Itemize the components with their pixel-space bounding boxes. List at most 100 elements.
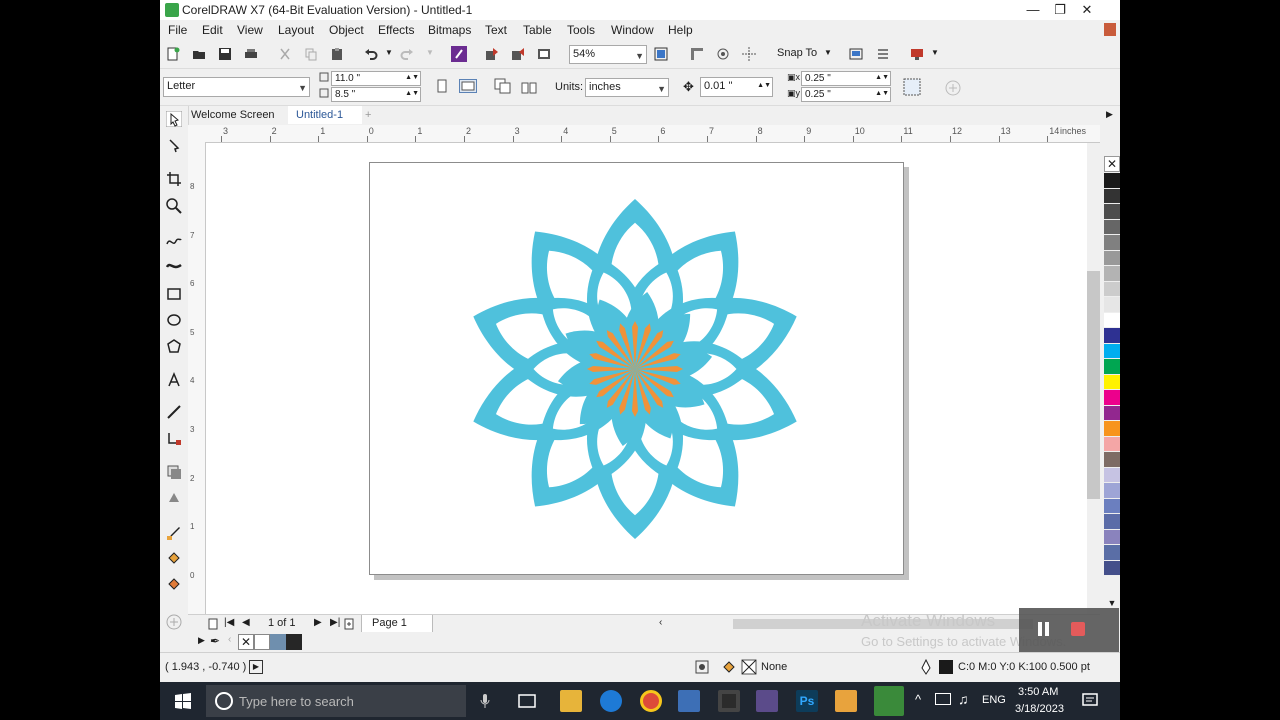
spin-icon[interactable]: ▲▼ <box>757 79 771 93</box>
windows-start-icon[interactable] <box>175 693 191 709</box>
close-button[interactable]: ✕ <box>1074 0 1100 20</box>
palette-swatch[interactable] <box>1104 405 1120 421</box>
redo-icon[interactable] <box>400 47 414 61</box>
zoom-level-dropdown[interactable]: 54% ▼ <box>569 45 647 64</box>
color-eyedropper-tool-icon[interactable] <box>166 524 182 540</box>
open-folder-icon[interactable] <box>192 47 206 61</box>
spin-icon[interactable]: ▲▼ <box>405 88 419 99</box>
show-rulers-icon[interactable] <box>690 47 704 61</box>
artistic-media-tool-icon[interactable] <box>166 258 182 274</box>
export-icon[interactable] <box>511 47 525 61</box>
add-icon[interactable] <box>945 80 961 96</box>
add-page-icon[interactable] <box>344 618 355 630</box>
show-guidelines-icon[interactable] <box>742 47 756 61</box>
smart-fill-tool-icon[interactable] <box>166 576 182 592</box>
application-launcher-icon[interactable] <box>910 47 924 61</box>
previous-page-icon[interactable]: ◀ <box>242 617 250 628</box>
search-content-icon[interactable] <box>451 46 467 62</box>
duplicate-distance-x-input[interactable]: 0.25 " ▲▼ <box>801 71 891 86</box>
options-icon[interactable] <box>876 47 890 61</box>
menu-object[interactable]: Object <box>329 23 364 37</box>
menu-edit[interactable]: Edit <box>202 23 223 37</box>
palette-swatch[interactable] <box>1104 328 1120 344</box>
treat-as-filled-icon[interactable] <box>903 78 921 96</box>
palette-swatch[interactable] <box>1104 250 1120 266</box>
tab-welcome-screen[interactable]: Welcome Screen <box>183 106 283 124</box>
recorder-app-icon[interactable] <box>718 690 740 712</box>
spin-icon[interactable]: ▲▼ <box>875 72 889 83</box>
menu-tools[interactable]: Tools <box>567 23 595 37</box>
clock-date[interactable]: 3/18/2023 <box>1015 703 1064 715</box>
palette-swatch[interactable] <box>1104 452 1120 468</box>
page-tab[interactable]: Page 1 <box>361 615 433 633</box>
next-page-icon[interactable]: ▶ <box>314 617 322 628</box>
show-grid-icon[interactable] <box>716 47 730 61</box>
crop-tool-icon[interactable] <box>166 171 182 187</box>
page-width-input[interactable]: 11.0 " ▲▼ <box>331 71 421 86</box>
parallel-dimension-tool-icon[interactable] <box>166 404 182 420</box>
current-page-icon[interactable] <box>520 78 538 94</box>
menu-window[interactable]: Window <box>611 23 654 37</box>
palette-swatch[interactable] <box>1104 560 1120 576</box>
add-tool-icon[interactable] <box>166 614 182 630</box>
palette-swatch[interactable] <box>1104 343 1120 359</box>
palette-swatch[interactable] <box>1104 498 1120 514</box>
spin-icon[interactable]: ▲▼ <box>405 72 419 83</box>
nudge-distance-input[interactable]: 0.01 " ▲▼ <box>700 77 773 97</box>
microphone-icon[interactable] <box>480 694 490 708</box>
palette-swatch[interactable] <box>1104 219 1120 235</box>
page-options-icon[interactable] <box>208 618 219 630</box>
last-page-icon[interactable]: ▶| <box>330 617 340 628</box>
palette-swatch[interactable] <box>1104 173 1120 189</box>
menu-bitmaps[interactable]: Bitmaps <box>428 23 471 37</box>
flower-artwork[interactable] <box>370 163 903 574</box>
edge-browser-icon[interactable] <box>600 690 622 712</box>
minimize-button[interactable]: — <box>1020 0 1046 20</box>
app-icon[interactable] <box>756 690 778 712</box>
taskbar-search-box[interactable]: Type here to search <box>206 685 490 717</box>
tray-chevron-up-icon[interactable]: ^ <box>915 692 921 707</box>
interactive-fill-tool-icon[interactable] <box>166 550 182 566</box>
ellipse-tool-icon[interactable] <box>166 312 182 328</box>
palette-swatch[interactable] <box>1104 436 1120 452</box>
vertical-scrollbar[interactable] <box>1087 143 1100 614</box>
units-dropdown[interactable]: inches ▼ <box>585 78 669 97</box>
menu-file[interactable]: File <box>168 23 187 37</box>
account-icon[interactable] <box>1104 23 1116 36</box>
undo-dropdown-icon[interactable]: ▼ <box>385 48 393 57</box>
pause-icon[interactable] <box>1038 622 1042 636</box>
palette-swatch[interactable] <box>1104 467 1120 483</box>
palette-swatch[interactable] <box>1104 545 1120 561</box>
undo-icon[interactable] <box>364 47 378 61</box>
redo-dropdown-icon[interactable]: ▼ <box>426 48 434 57</box>
connector-tool-icon[interactable] <box>166 430 182 446</box>
palette-swatch[interactable] <box>1104 421 1120 437</box>
chrome-browser-icon[interactable] <box>640 690 662 712</box>
zoom-tool-icon[interactable] <box>166 198 182 214</box>
doc-swatch-white[interactable] <box>254 634 270 650</box>
media-player-icon[interactable] <box>835 690 857 712</box>
page-height-input[interactable]: 8.5 " ▲▼ <box>331 87 421 102</box>
first-page-icon[interactable]: |◀ <box>224 617 234 628</box>
palette-swatch[interactable] <box>1104 204 1120 220</box>
shape-tool-icon[interactable] <box>166 138 182 154</box>
page-boundary[interactable] <box>369 162 904 575</box>
action-center-icon[interactable] <box>1082 693 1098 709</box>
text-tool-icon[interactable] <box>166 372 182 388</box>
palette-swatch[interactable] <box>1104 359 1120 375</box>
drawing-canvas[interactable] <box>206 143 1087 614</box>
print-icon[interactable] <box>244 47 258 61</box>
docker-expand-icon[interactable]: ▶ <box>1106 109 1113 120</box>
vertical-ruler[interactable]: 8 7 6 5 4 3 2 1 0 <box>188 142 206 614</box>
publish-pdf-icon[interactable] <box>537 47 551 61</box>
full-screen-preview-icon[interactable] <box>654 47 668 61</box>
clock-time[interactable]: 3:50 AM <box>1018 686 1058 698</box>
cut-icon[interactable] <box>278 47 292 61</box>
menu-effects[interactable]: Effects <box>378 23 414 37</box>
palette-swatch[interactable] <box>1104 374 1120 390</box>
freehand-tool-icon[interactable] <box>166 232 182 248</box>
all-pages-icon[interactable] <box>494 78 512 94</box>
play-icon[interactable]: ▶ <box>249 660 263 674</box>
new-document-icon[interactable] <box>166 47 180 61</box>
drop-shadow-tool-icon[interactable] <box>166 464 182 480</box>
